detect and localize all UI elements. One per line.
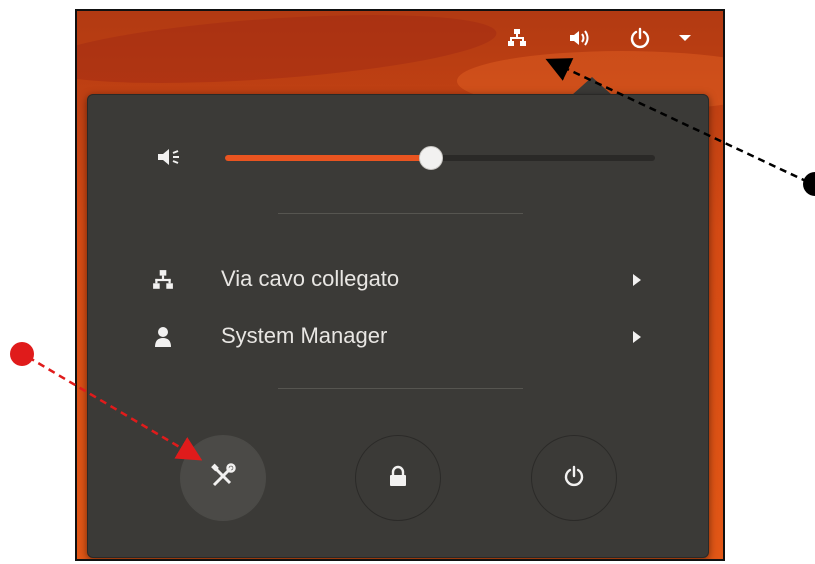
annotation-arrow-settings bbox=[10, 342, 203, 461]
annotation-overlay bbox=[10, 58, 815, 461]
annotation-arrow-network bbox=[545, 58, 815, 196]
